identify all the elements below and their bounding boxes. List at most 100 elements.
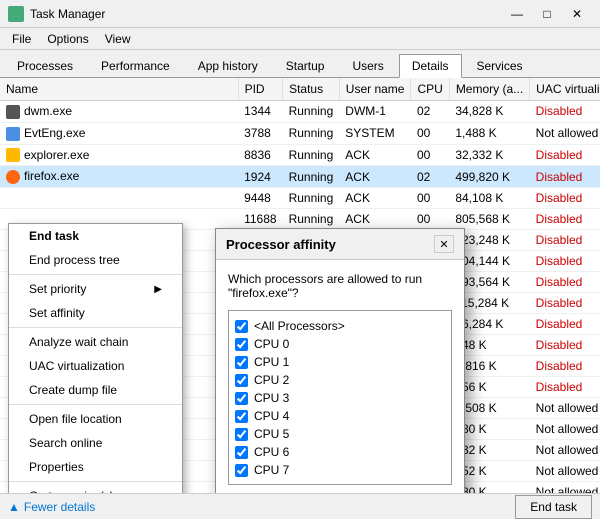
menu-view[interactable]: View [97,30,139,48]
menu-item-search-online[interactable]: Search online [9,431,182,455]
table-row[interactable]: EvtEng.exe3788RunningSYSTEM001,488 KNot … [0,122,600,144]
cell-user: ACK [339,188,411,209]
cell-uac: Disabled [530,144,600,166]
col-username[interactable]: User name [339,78,411,101]
chevron-right-icon: ▶ [154,284,162,295]
cpu-checkbox-4[interactable] [235,392,248,405]
cell-uac: Not allowed [530,482,600,493]
close-button[interactable]: ✕ [562,4,592,24]
cell-cpu: 00 [411,144,449,166]
dialog-close-button[interactable]: ✕ [434,235,454,253]
cell-uac: Disabled [530,166,600,188]
menu-item-set-affinity[interactable]: Set affinity [9,301,182,325]
tab-performance[interactable]: Performance [88,54,183,77]
menu-separator [9,274,182,275]
dwm-icon [6,105,20,119]
cell-pid: 3788 [238,122,282,144]
cell-user: ACK [339,209,411,230]
cpu-checkbox-3[interactable] [235,374,248,387]
tab-bar: Processes Performance App history Startu… [0,50,600,78]
titlebar: Task Manager — □ ✕ [0,0,600,28]
col-uac[interactable]: UAC virtualiza... [530,78,600,101]
menu-item-set-priority[interactable]: Set priority▶ [9,277,182,301]
cell-memory: 32,332 K [449,144,529,166]
cpu-item-8[interactable]: CPU 7 [235,461,445,479]
cpu-checkbox-0[interactable] [235,320,248,333]
cell-uac: Disabled [530,377,600,398]
cell-memory: 34,828 K [449,101,529,123]
dialog-titlebar: Processor affinity ✕ [216,229,464,260]
tab-services[interactable]: Services [464,54,536,77]
cell-user: SYSTEM [339,122,411,144]
cpu-item-3[interactable]: CPU 2 [235,371,445,389]
minimize-button[interactable]: — [502,4,532,24]
tab-startup[interactable]: Startup [273,54,338,77]
table-row[interactable]: dwm.exe1344RunningDWM-10234,828 KDisable… [0,101,600,123]
cell-pid: 1344 [238,101,282,123]
cpu-checkbox-2[interactable] [235,356,248,369]
cell-status: Running [283,209,340,230]
dialog-buttons: OK Cancel [228,485,452,493]
menu-file[interactable]: File [4,30,39,48]
menu-item-properties[interactable]: Properties [9,455,182,479]
cpu-checkbox-7[interactable] [235,446,248,459]
cpu-item-5[interactable]: CPU 4 [235,407,445,425]
cpu-item-0[interactable]: <All Processors> [235,317,445,335]
app-icon [8,6,24,22]
cell-pid: 1924 [238,166,282,188]
cell-memory: 84,108 K [449,188,529,209]
cell-cpu: 00 [411,122,449,144]
col-cpu[interactable]: CPU [411,78,449,101]
cpu-item-4[interactable]: CPU 3 [235,389,445,407]
cell-uac: Not allowed [530,461,600,482]
menu-item-analyze-wait-chain[interactable]: Analyze wait chain [9,330,182,354]
col-memory[interactable]: Memory (a... [449,78,529,101]
cell-name: EvtEng.exe [0,122,238,144]
tab-details[interactable]: Details [399,54,462,78]
table-row[interactable]: 9448RunningACK0084,108 KDisabled [0,188,600,209]
menu-item-create-dump-file[interactable]: Create dump file [9,378,182,402]
cell-uac: Disabled [530,293,600,314]
cell-cpu: 00 [411,188,449,209]
fewer-details-button[interactable]: ▲ Fewer details [8,500,95,514]
end-task-button[interactable]: End task [515,495,592,519]
table-header-row: Name PID Status User name CPU Memory (a.… [0,78,600,101]
menu-item-open-file-location[interactable]: Open file location [9,407,182,431]
table-row[interactable]: firefox.exe1924RunningACK02499,820 KDisa… [0,166,600,188]
cpu-checkbox-6[interactable] [235,428,248,441]
cell-status: Running [283,101,340,123]
app-title: Task Manager [30,7,502,21]
cell-uac: Disabled [530,101,600,123]
cpu-item-6[interactable]: CPU 5 [235,425,445,443]
cell-name [0,188,238,209]
cpu-item-2[interactable]: CPU 1 [235,353,445,371]
cell-pid: 11688 [238,209,282,230]
col-name[interactable]: Name [0,78,238,101]
col-status[interactable]: Status [283,78,340,101]
cpu-item-1[interactable]: CPU 0 [235,335,445,353]
cell-memory: 805,568 K [449,209,529,230]
cell-uac: Disabled [530,356,600,377]
menu-options[interactable]: Options [39,30,96,48]
cell-uac: Disabled [530,314,600,335]
maximize-button[interactable]: □ [532,4,562,24]
tab-users[interactable]: Users [339,54,396,77]
dialog-question: Which processors are allowed to run "fir… [228,272,452,300]
cpu-label-0: <All Processors> [254,319,345,333]
tab-processes[interactable]: Processes [4,54,86,77]
cpu-label-2: CPU 1 [254,355,289,369]
menu-item-end-task[interactable]: End task [9,224,182,248]
cell-memory: 499,820 K [449,166,529,188]
cpu-checkbox-8[interactable] [235,464,248,477]
menu-item-end-process-tree[interactable]: End process tree [9,248,182,272]
menu-item-go-to-services[interactable]: Go to service(s) [9,484,182,493]
col-pid[interactable]: PID [238,78,282,101]
cpu-checkbox-5[interactable] [235,410,248,423]
cell-uac: Disabled [530,335,600,356]
cpu-label-7: CPU 6 [254,445,289,459]
tab-app-history[interactable]: App history [185,54,271,77]
table-row[interactable]: explorer.exe8836RunningACK0032,332 KDisa… [0,144,600,166]
cpu-item-7[interactable]: CPU 6 [235,443,445,461]
menu-item-uac-virtualization[interactable]: UAC virtualization [9,354,182,378]
cpu-checkbox-1[interactable] [235,338,248,351]
